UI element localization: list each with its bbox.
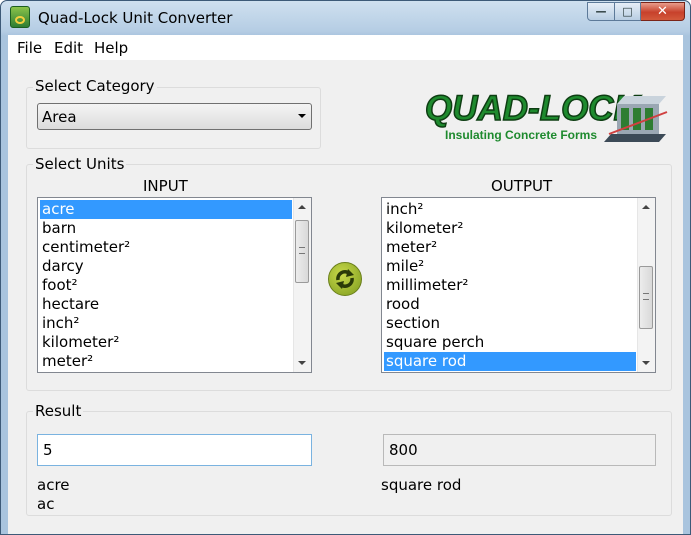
list-item[interactable]: inch²: [40, 314, 292, 333]
input-unit-list[interactable]: acre barn centimeter² darcy foot² hectare inch…: [37, 197, 312, 373]
client-area: File Edit Help Select Category Area QUAD…: [8, 35, 683, 534]
input-list-scrollbar[interactable]: [293, 198, 311, 372]
output-value-textbox[interactable]: [383, 434, 656, 466]
scroll-up-icon[interactable]: [298, 205, 306, 209]
maximize-icon: □: [622, 5, 633, 18]
refresh-arrows-icon: [336, 269, 354, 289]
logo-tagline: Insulating Concrete Forms: [445, 128, 597, 142]
menu-file[interactable]: File: [17, 39, 42, 57]
list-item[interactable]: darcy: [40, 257, 292, 276]
input-unit-name: acre: [37, 476, 70, 494]
title-bar[interactable]: Quad-Lock Unit Converter — □ ✕: [1, 1, 690, 35]
scroll-down-icon[interactable]: [642, 361, 650, 365]
minimize-button[interactable]: —: [587, 2, 615, 21]
output-unit-list[interactable]: inch² kilometer² meter² mile² millimeter² roo…: [381, 197, 656, 373]
input-value-field[interactable]: [37, 434, 312, 466]
category-group-label: Select Category: [33, 77, 157, 95]
scroll-thumb[interactable]: [295, 220, 309, 283]
output-unit-name: square rod: [381, 476, 462, 494]
output-list-scrollbar[interactable]: [637, 198, 655, 372]
logo-brand: QUAD-LOCK: [425, 89, 642, 128]
app-window: Quad-Lock Unit Converter — □ ✕ File Edit…: [0, 0, 691, 535]
close-icon: ✕: [657, 4, 668, 19]
input-unit-abbreviation: ac: [37, 495, 55, 513]
window-controls: — □ ✕: [587, 2, 685, 21]
list-item[interactable]: section: [384, 314, 636, 333]
output-column-header: OUTPUT: [491, 177, 553, 195]
list-item[interactable]: square perch: [384, 333, 636, 352]
app-icon[interactable]: [10, 6, 30, 28]
result-group-label: Result: [33, 402, 84, 420]
list-item[interactable]: mile²: [384, 257, 636, 276]
list-item[interactable]: meter²: [40, 352, 292, 371]
list-item[interactable]: foot²: [40, 276, 292, 295]
category-select[interactable]: Area: [37, 103, 312, 130]
list-item[interactable]: kilometer²: [384, 219, 636, 238]
list-item[interactable]: meter²: [384, 238, 636, 257]
output-value-field[interactable]: [383, 434, 656, 466]
list-item[interactable]: hectare: [40, 295, 292, 314]
list-item[interactable]: square rod: [384, 352, 636, 371]
list-item[interactable]: millimeter²: [384, 276, 636, 295]
input-column-header: INPUT: [143, 177, 188, 195]
list-item[interactable]: barn: [40, 219, 292, 238]
category-selected-value: Area: [42, 108, 77, 126]
list-item[interactable]: inch²: [384, 200, 636, 219]
swap-units-button[interactable]: [328, 262, 362, 296]
chevron-down-icon: [298, 114, 306, 118]
menu-help[interactable]: Help: [94, 39, 128, 57]
units-group-label: Select Units: [33, 155, 127, 173]
close-button[interactable]: ✕: [641, 2, 685, 21]
list-item[interactable]: rood: [384, 295, 636, 314]
window-title: Quad-Lock Unit Converter: [38, 9, 233, 27]
maximize-button[interactable]: □: [615, 2, 641, 21]
menu-edit[interactable]: Edit: [54, 39, 83, 57]
scroll-thumb[interactable]: [639, 266, 653, 329]
quad-lock-logo: QUAD-LOCK Insulating Concrete Forms: [424, 88, 668, 142]
input-value-textbox[interactable]: [37, 434, 312, 466]
scroll-up-icon[interactable]: [642, 205, 650, 209]
scroll-down-icon[interactable]: [298, 361, 306, 365]
menu-bar: File Edit Help: [8, 35, 683, 60]
list-item[interactable]: acre: [40, 200, 292, 219]
minimize-icon: —: [595, 5, 607, 18]
list-item[interactable]: centimeter²: [40, 238, 292, 257]
list-item[interactable]: kilometer²: [40, 333, 292, 352]
